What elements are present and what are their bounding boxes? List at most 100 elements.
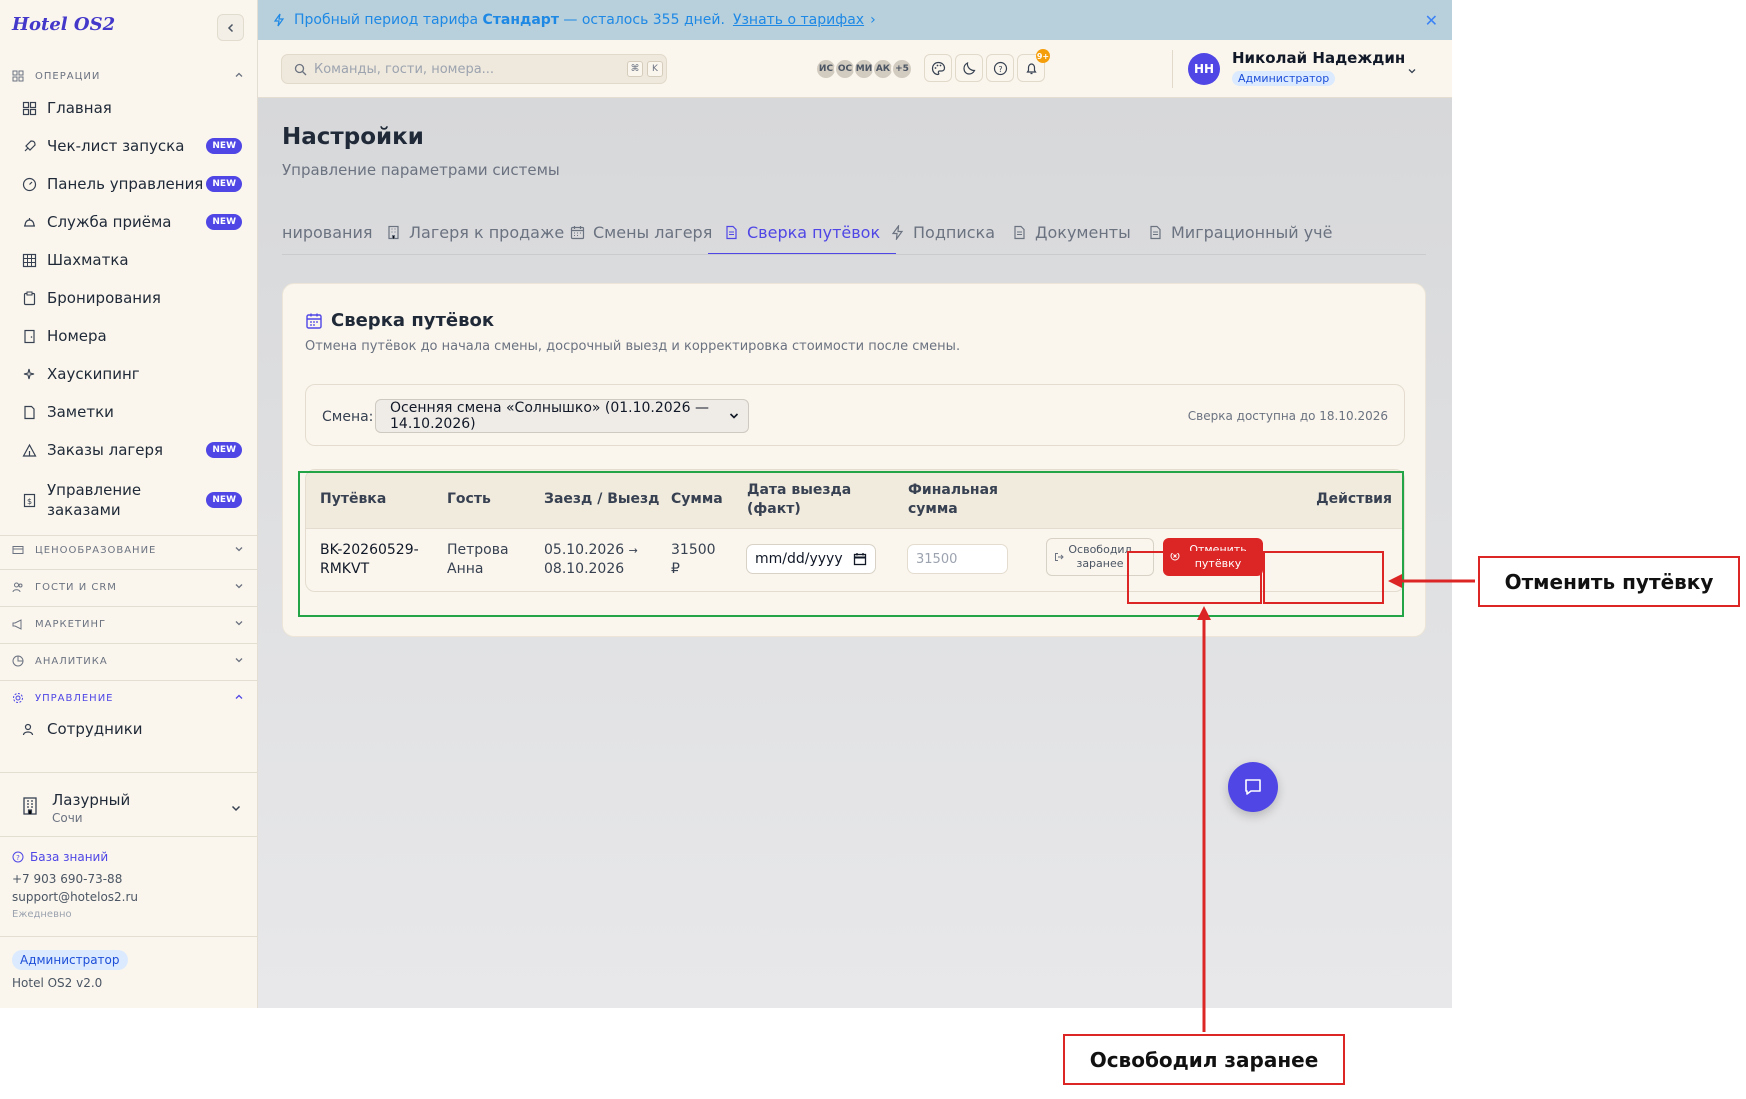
sidebar-item-label: Бронирования bbox=[47, 289, 161, 307]
search-input[interactable]: Команды, гости, номера... ⌘ K bbox=[281, 54, 667, 84]
shift-filter: Смена: Осенняя смена «Солнышко» (01.10.2… bbox=[305, 384, 1405, 446]
divider bbox=[0, 606, 258, 607]
building-icon bbox=[20, 796, 40, 820]
sidebar-item-bookings[interactable]: Бронирования bbox=[20, 289, 242, 307]
dashboard-icon bbox=[20, 99, 38, 117]
section-operations[interactable]: ОПЕРАЦИИ bbox=[12, 67, 244, 85]
section-marketing[interactable]: МАРКЕТИНГ bbox=[12, 615, 244, 633]
note-icon bbox=[20, 403, 38, 421]
chat-button[interactable] bbox=[1228, 762, 1278, 812]
sidebar-item-label: Заметки bbox=[47, 403, 114, 421]
section-management[interactable]: УПРАВЛЕНИЕ bbox=[12, 689, 244, 707]
tab-subscription[interactable]: Подписка bbox=[890, 210, 995, 254]
sidebar-item-label: Управление заказами bbox=[47, 481, 142, 519]
sidebar-item-label: Главная bbox=[47, 99, 112, 117]
chevron-down-icon bbox=[234, 544, 244, 557]
grid-icon bbox=[12, 69, 26, 83]
tab-label: Лагеря к продаже bbox=[409, 223, 565, 242]
divider bbox=[0, 772, 258, 773]
section-label: ГОСТИ И CRM bbox=[35, 581, 117, 593]
help-button[interactable]: ? bbox=[986, 54, 1014, 82]
support-phone[interactable]: +7 903 690-73-88 bbox=[12, 870, 138, 888]
sidebar-item-front-desk[interactable]: Служба приёма NEW bbox=[20, 213, 242, 231]
pricing-link[interactable]: Узнать о тарифах bbox=[733, 12, 864, 28]
sidebar-item-control-panel[interactable]: Панель управления NEW bbox=[20, 175, 242, 193]
sidebar-item-home[interactable]: Главная bbox=[20, 99, 242, 117]
user-role-badge: Администратор bbox=[1232, 71, 1336, 86]
chevron-down-icon bbox=[728, 410, 740, 426]
user-avatar[interactable]: НН bbox=[1188, 53, 1220, 85]
user-menu-chevron-icon[interactable] bbox=[1406, 62, 1418, 81]
svg-text:?: ? bbox=[998, 65, 1002, 74]
svg-text:$: $ bbox=[26, 497, 31, 506]
sidebar-item-notes[interactable]: Заметки bbox=[20, 403, 242, 421]
tab-camp-shifts[interactable]: Смены лагеря bbox=[570, 210, 713, 254]
shift-select[interactable]: Осенняя смена «Солнышко» (01.10.2026 — 1… bbox=[375, 399, 749, 433]
release-button-highlight bbox=[1127, 551, 1262, 604]
sidebar-item-label: Шахматка bbox=[47, 251, 129, 269]
new-badge: NEW bbox=[206, 442, 242, 458]
close-banner-button[interactable]: ✕ bbox=[1425, 11, 1438, 30]
search-icon bbox=[294, 63, 307, 75]
clipboard-icon bbox=[20, 289, 38, 307]
knowledge-base-link[interactable]: ? База знаний bbox=[12, 848, 138, 866]
tab-camps-for-sale[interactable]: Лагеря к продаже bbox=[386, 210, 565, 254]
more-users-avatar[interactable]: +5 bbox=[891, 58, 913, 80]
section-analytics[interactable]: АНАЛИТИКА bbox=[12, 652, 244, 670]
collapse-sidebar-button[interactable] bbox=[217, 14, 244, 41]
document-icon bbox=[1012, 225, 1027, 240]
sidebar-item-label: Служба приёма bbox=[47, 213, 172, 231]
sidebar-item-launch-checklist[interactable]: Чек-лист запуска NEW bbox=[20, 137, 242, 155]
chevron-down-icon bbox=[234, 581, 244, 594]
new-badge: NEW bbox=[206, 176, 242, 192]
divider bbox=[0, 535, 258, 536]
dollar-receipt-icon: $ bbox=[20, 491, 38, 509]
divider bbox=[0, 569, 258, 570]
building-icon bbox=[386, 225, 401, 240]
card-description: Отмена путёвок до начала смены, досрочны… bbox=[305, 339, 961, 354]
pie-chart-icon bbox=[12, 654, 26, 668]
dark-mode-button[interactable] bbox=[955, 54, 983, 82]
tab-label: Миграционный учё bbox=[1171, 223, 1333, 242]
brand-logo[interactable]: Hotel OS2 bbox=[12, 14, 115, 35]
help-circle-icon: ? bbox=[12, 851, 24, 863]
users-icon bbox=[12, 580, 26, 594]
banner-text-suffix: — осталось 355 дней. bbox=[563, 12, 725, 28]
sidebar-item-rooms[interactable]: Номера bbox=[20, 327, 242, 345]
hotel-name: Лазурный bbox=[52, 791, 131, 809]
chat-bubble-icon bbox=[1245, 779, 1261, 795]
section-pricing[interactable]: ЦЕНООБРАЗОВАНИЕ bbox=[12, 541, 244, 559]
page-subtitle: Управление параметрами системы bbox=[282, 161, 560, 179]
sidebar-item-camp-orders[interactable]: Заказы лагеря NEW bbox=[20, 441, 242, 459]
tab-label: Смены лагеря bbox=[593, 223, 713, 242]
sparkles-icon bbox=[20, 365, 38, 383]
shift-select-value: Осенняя смена «Солнышко» (01.10.2026 — 1… bbox=[390, 400, 709, 432]
tab-migration-registration[interactable]: Миграционный учё bbox=[1148, 210, 1333, 254]
moon-icon bbox=[962, 61, 975, 75]
section-guests-crm[interactable]: ГОСТИ И CRM bbox=[12, 578, 244, 596]
sidebar-item-label: Хаускипинг bbox=[47, 365, 140, 383]
support-hours: Ежедневно bbox=[12, 909, 72, 920]
calendar-icon bbox=[306, 313, 322, 329]
chevron-left-icon bbox=[227, 23, 233, 32]
user-name[interactable]: Николай Надеждин bbox=[1232, 49, 1405, 67]
lightning-icon bbox=[273, 13, 285, 27]
sidebar-item-staff[interactable]: Сотрудники bbox=[20, 720, 242, 738]
sidebar-item-housekeeping[interactable]: Хаускипинг bbox=[20, 365, 242, 383]
theme-palette-button[interactable] bbox=[924, 54, 952, 82]
hotel-switcher[interactable]: Лазурный Сочи bbox=[20, 788, 242, 828]
support-email[interactable]: support@hotelos2.ru bbox=[12, 888, 138, 906]
card-icon bbox=[12, 543, 26, 557]
tab-bookings-settings[interactable]: нирования bbox=[282, 210, 373, 254]
tab-documents[interactable]: Документы bbox=[1012, 210, 1131, 254]
active-tab-indicator bbox=[708, 253, 896, 254]
sidebar-item-order-management[interactable]: $ Управление заказами NEW bbox=[20, 480, 242, 520]
section-label: МАРКЕТИНГ bbox=[35, 618, 107, 630]
sidebar-item-chessboard[interactable]: Шахматка bbox=[20, 251, 242, 269]
door-icon bbox=[20, 327, 38, 345]
page-title: Настройки bbox=[282, 124, 424, 150]
tab-voucher-reconciliation[interactable]: Сверка путёвок bbox=[724, 210, 880, 254]
notifications-button[interactable]: 9+ bbox=[1017, 49, 1050, 82]
section-label: ОПЕРАЦИИ bbox=[35, 70, 101, 82]
sidebar-item-label: Заказы лагеря bbox=[47, 441, 164, 459]
